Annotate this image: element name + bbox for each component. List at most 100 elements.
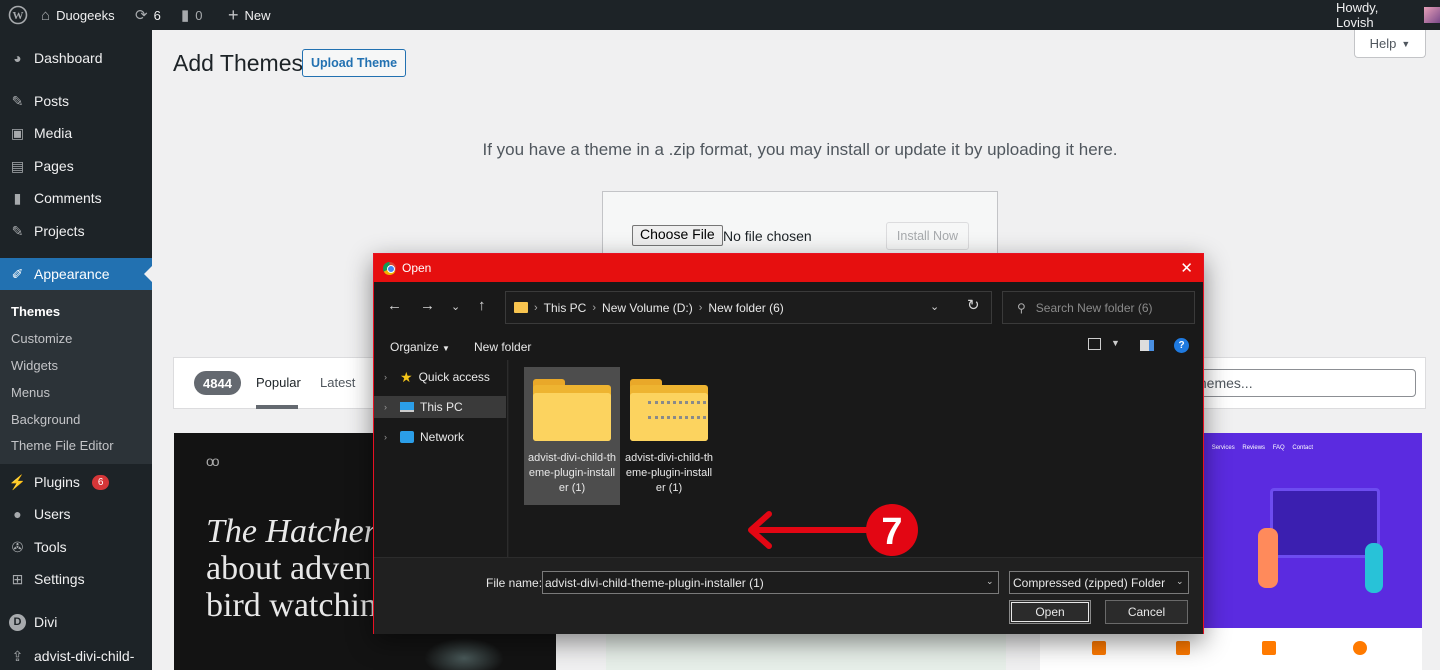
my-account-link[interactable]: Howdy, Lovish [1336, 0, 1440, 30]
file-item-zip[interactable]: advist-divi-child-theme-plugin-installer… [621, 367, 717, 505]
file-name-input[interactable]: advist-divi-child-theme-plugin-installer… [542, 571, 999, 594]
theme-search-input[interactable]: themes... [1186, 369, 1416, 397]
submenu-themes[interactable]: Themes [11, 304, 60, 319]
tab-popular[interactable]: Popular [256, 375, 301, 390]
illustration [1270, 488, 1380, 558]
chevron-right-icon[interactable]: › [384, 432, 394, 442]
active-tab-indicator [256, 405, 298, 409]
sidebar-item-settings[interactable]: ⊞ Settings [0, 563, 152, 595]
sidebar-item-tools[interactable]: ✇ Tools [0, 531, 152, 563]
user-icon: ● [13, 506, 22, 522]
help-tab[interactable]: Help ▼ [1354, 30, 1426, 58]
nav-quick-access[interactable]: › ★ Quick access [374, 366, 506, 388]
preview-pane-icon[interactable] [1140, 340, 1154, 351]
sidebar-item-label: Media [34, 125, 73, 141]
address-bar[interactable]: › This PC › New Volume (D:) › New folder… [505, 291, 992, 324]
plugins-update-badge: 6 [91, 474, 110, 490]
file-open-dialog: Open ✕ ← → ⌄ ↑ › This PC › New Volume (D… [373, 253, 1204, 634]
sidebar-item-plugins[interactable]: ⚡ Plugins 6 [0, 466, 152, 498]
submenu-theme-file-editor[interactable]: Theme File Editor [11, 438, 114, 453]
file-type-select[interactable]: Compressed (zipped) Folder [1009, 571, 1189, 594]
refresh-icon[interactable]: ↻ [967, 296, 980, 314]
open-button[interactable]: Open [1009, 600, 1091, 624]
up-arrow-icon[interactable]: ↑ [478, 297, 486, 314]
chevron-down-icon[interactable]: ⌄ [986, 576, 994, 587]
search-placeholder: Search New folder (6) [1035, 300, 1153, 315]
submenu-widgets[interactable]: Widgets [11, 358, 58, 373]
submenu-menus[interactable]: Menus [11, 385, 50, 400]
plus-icon: + [228, 4, 239, 25]
chevron-down-icon[interactable]: ⌄ [1176, 576, 1184, 587]
file-name-label: File name: [486, 576, 543, 590]
navigation-pane: › ★ Quick access › This PC › Network [374, 360, 508, 557]
caret-down-icon: ▼ [1401, 38, 1411, 49]
file-list: advist-divi-child-theme-plugin-installer… [509, 360, 1203, 557]
chevron-right-icon[interactable]: › [384, 402, 394, 412]
chevron-right-icon[interactable]: › [384, 372, 394, 382]
recent-locations-chevron-icon[interactable]: ⌄ [451, 300, 460, 313]
comments-link[interactable]: ▮ 0 [181, 0, 203, 30]
avatar [1424, 7, 1440, 23]
sidebar-item-advist[interactable]: ⇪ advist-divi-child- [0, 640, 152, 670]
no-file-chosen-text: No file chosen [723, 228, 812, 244]
sidebar-item-label: Comments [34, 190, 102, 206]
view-options-icon[interactable] [1088, 338, 1101, 350]
sidebar-item-appearance[interactable]: ✐ Appearance [0, 258, 152, 290]
sidebar-item-label: Appearance [34, 266, 110, 282]
sidebar-item-dashboard[interactable]: ◕ Dashboard [0, 42, 152, 74]
forward-arrow-icon[interactable]: → [420, 297, 435, 314]
cart-icon [1176, 641, 1190, 655]
updates-link[interactable]: ⟳ 6 [135, 0, 161, 30]
settings-icon: ⊞ [11, 570, 24, 587]
wordpress-logo-icon[interactable]: W [8, 0, 28, 30]
submenu-customize[interactable]: Customize [11, 331, 72, 346]
upload-theme-button[interactable]: Upload Theme [302, 49, 407, 77]
comments-count: 0 [195, 7, 203, 23]
theme-logo: oo [206, 453, 220, 469]
cancel-button[interactable]: Cancel [1105, 600, 1188, 624]
organize-menu-button[interactable]: Organize ▼ [390, 340, 450, 354]
file-item-folder[interactable]: advist-divi-child-theme-plugin-installer… [524, 367, 620, 505]
dialog-titlebar[interactable]: Open ✕ [374, 254, 1203, 282]
feature-icon [1092, 641, 1106, 655]
sidebar-item-comments[interactable]: ▮ Comments [0, 182, 152, 214]
sidebar-item-divi[interactable]: D Divi [0, 606, 152, 638]
back-arrow-icon[interactable]: ← [387, 297, 402, 314]
pin-icon: ✎ [11, 222, 24, 239]
chevron-right-icon: › [534, 301, 538, 314]
sidebar-item-projects[interactable]: ✎ Projects [0, 215, 152, 247]
breadcrumb-folder[interactable]: New folder (6) [708, 301, 783, 315]
site-name: Duogeeks [56, 7, 115, 23]
dialog-title: Open [402, 261, 432, 275]
help-icon[interactable]: ? [1174, 338, 1189, 353]
help-label: Help [1369, 36, 1397, 51]
new-label: New [244, 7, 271, 23]
nav-this-pc[interactable]: › This PC [374, 396, 506, 418]
new-content-link[interactable]: + New [228, 0, 271, 30]
choose-file-button[interactable]: Choose File [632, 225, 723, 246]
page-icon: ▤ [10, 157, 25, 174]
caret-down-icon: ▼ [442, 344, 450, 353]
close-icon[interactable]: ✕ [1180, 259, 1193, 277]
howdy-text: Howdy, Lovish [1336, 0, 1379, 30]
sidebar-item-posts[interactable]: ✎ Posts [0, 85, 152, 117]
site-name-link[interactable]: ⌂ Duogeeks [41, 0, 115, 30]
breadcrumb-volume[interactable]: New Volume (D:) [602, 301, 693, 315]
tab-latest[interactable]: Latest [320, 375, 355, 390]
network-icon [400, 431, 414, 443]
submenu-background[interactable]: Background [11, 412, 80, 427]
nav-network[interactable]: › Network [374, 426, 506, 448]
new-folder-button[interactable]: New folder [474, 340, 531, 354]
breadcrumb-this-pc[interactable]: This PC [544, 301, 587, 315]
illustration-person [1365, 543, 1383, 593]
sidebar-item-users[interactable]: ● Users [0, 498, 152, 530]
install-now-button[interactable]: Install Now [886, 222, 969, 250]
upload-icon: ⇪ [11, 647, 24, 664]
heading-line: bird watchin [206, 587, 377, 624]
heading-line: about adven [206, 550, 372, 587]
caret-down-icon[interactable]: ▼ [1111, 338, 1120, 348]
address-dropdown-icon[interactable]: ⌄ [930, 300, 939, 313]
folder-search-input[interactable]: ⚲ Search New folder (6) [1002, 291, 1195, 324]
sidebar-item-label: Dashboard [34, 50, 103, 66]
comment-icon: ▮ [13, 189, 22, 206]
